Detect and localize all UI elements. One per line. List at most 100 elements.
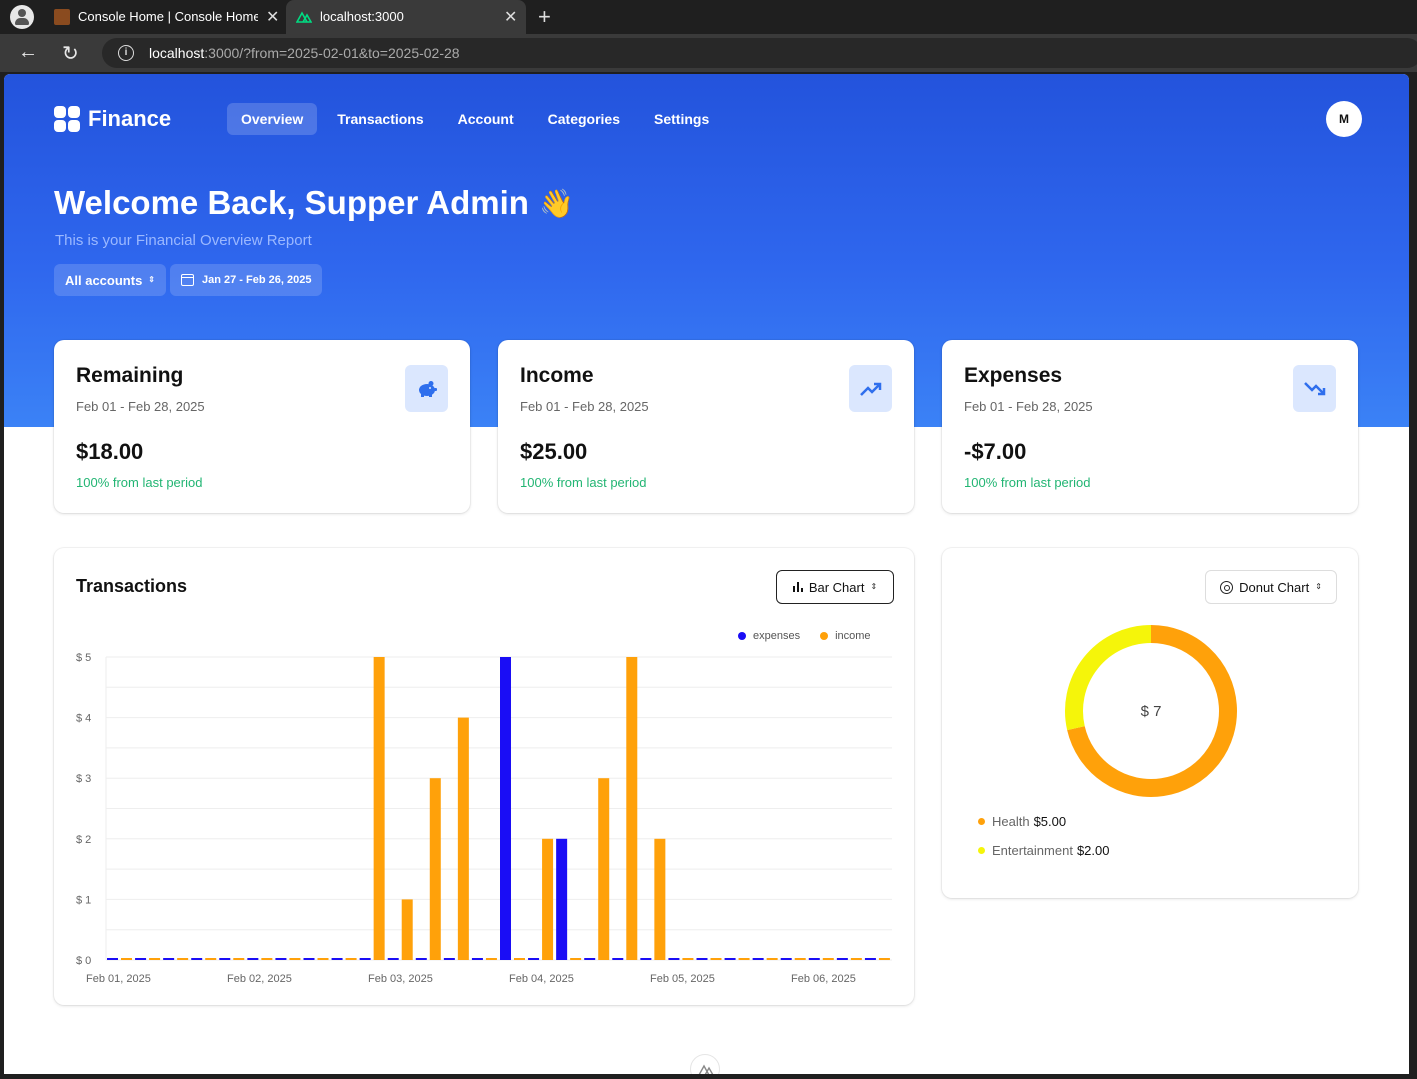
x-tick-label: Feb 01, 2025 bbox=[86, 973, 151, 985]
bar-income bbox=[878, 958, 890, 960]
date-range-picker[interactable]: Jan 27 - Feb 26, 2025 bbox=[170, 264, 323, 296]
bar-income bbox=[626, 657, 638, 960]
reload-icon[interactable]: ↻ bbox=[62, 41, 79, 66]
date-range-label: Jan 27 - Feb 26, 2025 bbox=[202, 274, 312, 286]
bar-expenses bbox=[668, 958, 680, 960]
bar-income bbox=[289, 958, 301, 960]
bar-income bbox=[121, 958, 132, 960]
category-card: Donut Chart ⇕ $ 7 Health $5.00 Entertain… bbox=[942, 548, 1358, 898]
bar-expenses bbox=[780, 958, 792, 960]
bar-expenses bbox=[471, 958, 483, 960]
bar-income bbox=[457, 717, 469, 960]
bar-expenses bbox=[191, 958, 203, 960]
bar-expenses bbox=[359, 958, 371, 960]
url-input[interactable]: i localhost:3000/?from=2025-02-01&to=202… bbox=[102, 38, 1417, 68]
nuxt-favicon-icon bbox=[296, 11, 312, 23]
trending-down-icon bbox=[1293, 365, 1336, 412]
close-tab-icon[interactable]: ✕ bbox=[266, 7, 279, 27]
legend-value: $2.00 bbox=[1076, 843, 1110, 858]
bar-income bbox=[766, 958, 778, 960]
address-bar: ← ↻ i localhost:3000/?from=2025-02-01&to… bbox=[0, 34, 1417, 72]
y-tick-label: $ 3 bbox=[76, 773, 91, 785]
bar-expenses bbox=[556, 838, 568, 960]
bar-expenses bbox=[696, 958, 708, 960]
stat-label: Income bbox=[520, 364, 594, 387]
y-tick-label: $ 4 bbox=[76, 713, 91, 725]
nuxt-devtools-icon[interactable] bbox=[690, 1054, 720, 1074]
legend-value: $5.00 bbox=[1033, 814, 1067, 829]
donut-total: $ 7 bbox=[1140, 702, 1162, 720]
stat-label: Expenses bbox=[964, 364, 1063, 387]
nav-transactions[interactable]: Transactions bbox=[323, 103, 437, 135]
bar-expenses bbox=[752, 958, 764, 960]
back-arrow-icon[interactable]: ← bbox=[18, 41, 38, 64]
legend-label: Health bbox=[992, 814, 1030, 829]
profile-icon[interactable] bbox=[10, 5, 34, 29]
nav-settings[interactable]: Settings bbox=[640, 103, 723, 135]
bar-income bbox=[485, 958, 497, 960]
app-logo[interactable]: Finance bbox=[54, 106, 171, 132]
nav-account[interactable]: Account bbox=[444, 103, 528, 135]
bar-income bbox=[317, 958, 329, 960]
bar-income bbox=[822, 958, 834, 960]
logo-icon bbox=[54, 106, 80, 132]
bar-income bbox=[682, 958, 694, 960]
stat-change: 100% from last period bbox=[964, 475, 1091, 490]
bar-expenses bbox=[415, 958, 427, 960]
browser-tab-localhost[interactable]: localhost:3000 ✕ bbox=[286, 0, 526, 34]
stat-card-remaining: Remaining Feb 01 - Feb 28, 2025 $18.00 1… bbox=[54, 340, 470, 513]
nav-overview[interactable]: Overview bbox=[227, 103, 318, 135]
x-tick-label: Feb 03, 2025 bbox=[368, 973, 433, 985]
url-text: localhost:3000/?from=2025-02-01&to=2025-… bbox=[149, 45, 460, 61]
close-tab-icon[interactable]: ✕ bbox=[504, 7, 517, 27]
account-select-label: All accounts bbox=[65, 272, 143, 288]
bar-income bbox=[233, 958, 245, 960]
browser-tab-bar: Console Home | Console Home | c ✕ localh… bbox=[0, 0, 1417, 34]
bar-income bbox=[570, 958, 582, 960]
bar-expenses bbox=[724, 958, 736, 960]
bar-income bbox=[738, 958, 750, 960]
bar-expenses bbox=[836, 958, 848, 960]
stat-label: Remaining bbox=[76, 364, 184, 387]
new-tab-icon[interactable]: + bbox=[538, 4, 551, 30]
bar-expenses bbox=[528, 958, 540, 960]
browser-tab-console[interactable]: Console Home | Console Home | c ✕ bbox=[44, 0, 286, 34]
y-tick-label: $ 1 bbox=[76, 894, 91, 906]
bar-income bbox=[177, 958, 189, 960]
waving-hand-icon: 👋 bbox=[538, 187, 574, 219]
nav-categories[interactable]: Categories bbox=[534, 103, 634, 135]
donut-legend: Health $5.00 Entertainment $2.00 bbox=[978, 814, 1109, 872]
select-caret-icon: ⇕ bbox=[1315, 582, 1322, 591]
select-caret-icon: ⇕ bbox=[148, 275, 155, 284]
bar-income bbox=[261, 958, 273, 960]
bar-expenses bbox=[443, 958, 455, 960]
bar-income bbox=[654, 838, 666, 960]
donut-type-label: Donut Chart bbox=[1239, 579, 1310, 595]
legend-swatch bbox=[978, 847, 985, 854]
stat-change: 100% from last period bbox=[76, 475, 203, 490]
bar-income bbox=[149, 958, 161, 960]
donut-type-select[interactable]: Donut Chart ⇕ bbox=[1205, 570, 1337, 604]
stat-amount: -$7.00 bbox=[964, 439, 1027, 464]
stat-amount: $25.00 bbox=[520, 439, 588, 464]
legend-item-health: Health $5.00 bbox=[978, 814, 1109, 829]
logo-text: Finance bbox=[88, 106, 172, 131]
bar-expenses bbox=[275, 958, 287, 960]
account-select[interactable]: All accounts ⇕ bbox=[54, 264, 166, 296]
bar-income bbox=[542, 838, 554, 960]
stat-period: Feb 01 - Feb 28, 2025 bbox=[520, 399, 649, 414]
transactions-card: Transactions Bar Chart ⇕ expenses income… bbox=[54, 548, 914, 1005]
bar-expenses bbox=[107, 958, 118, 960]
bar-expenses bbox=[135, 958, 147, 960]
bar-expenses bbox=[219, 958, 231, 960]
stat-card-income: Income Feb 01 - Feb 28, 2025 $25.00 100%… bbox=[498, 340, 914, 513]
bar-income bbox=[401, 899, 413, 960]
site-info-icon[interactable]: i bbox=[118, 45, 134, 61]
stat-period: Feb 01 - Feb 28, 2025 bbox=[964, 399, 1093, 414]
stat-change: 100% from last period bbox=[520, 475, 647, 490]
bar-expenses bbox=[584, 958, 596, 960]
bar-expenses bbox=[500, 657, 511, 960]
user-avatar[interactable]: M bbox=[1326, 101, 1362, 137]
legend-swatch bbox=[978, 818, 985, 825]
bar-expenses bbox=[303, 958, 315, 960]
